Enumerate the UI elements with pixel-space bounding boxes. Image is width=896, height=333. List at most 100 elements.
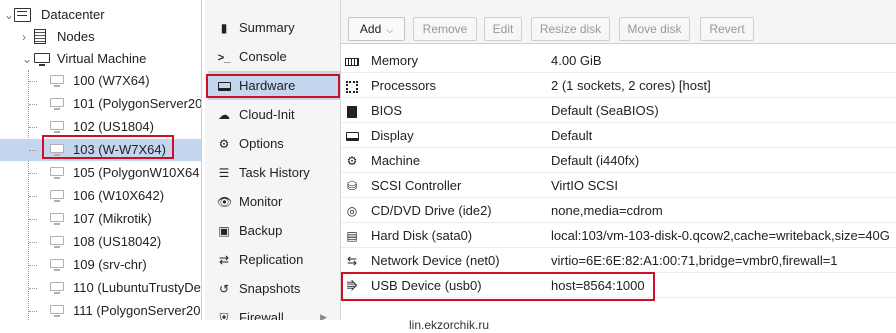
resize-disk-button[interactable]: Resize disk bbox=[531, 17, 610, 41]
nav-item-cloud-init[interactable]: ☁ Cloud-Init bbox=[208, 100, 341, 129]
tree-connector bbox=[29, 311, 37, 312]
cloud-icon: ☁ bbox=[218, 108, 230, 122]
hardware-row[interactable]: ⇆ Network Device (net0) virtio=6E:6E:82:A1… bbox=[341, 248, 896, 273]
nav-item-monitor[interactable]: 👁 Monitor bbox=[208, 187, 341, 216]
vm-label: 109 (srv-chr) bbox=[73, 257, 147, 272]
tree-item-vm[interactable]: 111 (PolygonServer20 bbox=[0, 300, 201, 320]
tree-connector bbox=[29, 288, 37, 289]
tree-item-vm[interactable]: 108 (US18042) bbox=[0, 231, 201, 253]
datacenter-label: Datacenter bbox=[41, 7, 105, 22]
hardware-value: 4.00 GiB bbox=[551, 53, 602, 68]
chevron-down-icon: ⌵ bbox=[386, 25, 394, 35]
hardware-value: local:103/vm-103-disk-0.qcow2,cache=writ… bbox=[551, 228, 890, 243]
nav-item-label: Task History bbox=[239, 165, 310, 180]
vm-icon bbox=[50, 121, 64, 133]
vm-label: 105 (PolygonW10X64 bbox=[73, 165, 200, 180]
chevron-right-icon[interactable]: › bbox=[22, 26, 26, 48]
hardware-name: CD/DVD Drive (ide2) bbox=[371, 203, 492, 218]
nav-item-replication[interactable]: ⇄ Replication bbox=[208, 245, 341, 274]
vm-icon bbox=[50, 213, 64, 225]
hardware-value: VirtIO SCSI bbox=[551, 178, 618, 193]
nav-item-label: Summary bbox=[239, 20, 295, 35]
vm-label: 107 (Mikrotik) bbox=[73, 211, 152, 226]
vm-icon bbox=[50, 305, 64, 317]
tree-item-vm[interactable]: 102 (US1804) bbox=[0, 116, 201, 138]
chevron-down-icon[interactable]: ⌄ bbox=[22, 48, 32, 70]
watermark: lin.ekzorchik.ru bbox=[409, 318, 490, 332]
nav-item-label: Replication bbox=[239, 252, 304, 267]
nav-item-label: Cloud-Init bbox=[239, 107, 295, 122]
terminal-icon: >_ bbox=[217, 52, 231, 64]
hardware-name: Machine bbox=[371, 153, 421, 168]
tree-item-virtual-machine[interactable]: ⌄ Virtual Machine bbox=[0, 48, 201, 70]
tree-connector bbox=[29, 196, 37, 197]
vm-icon bbox=[50, 190, 64, 202]
exchange-icon: ⇆ bbox=[346, 254, 358, 268]
nav-item-task-history[interactable]: ☰ Task History bbox=[208, 158, 341, 187]
hardware-row[interactable]: ◎ CD/DVD Drive (ide2) none,media=cdrom bbox=[341, 198, 896, 223]
hardware-row[interactable]: ⭆ USB Device (usb0) host=8564:1000 bbox=[341, 273, 896, 298]
building-icon bbox=[34, 29, 46, 44]
tree-item-nodes[interactable]: › Nodes bbox=[0, 26, 201, 48]
nav-item-label: Hardware bbox=[239, 78, 296, 93]
edit-button[interactable]: Edit bbox=[484, 17, 522, 41]
nav-item-label: Snapshots bbox=[239, 281, 301, 296]
tree-item-vm[interactable]: 107 (Mikrotik) bbox=[0, 208, 201, 230]
usb-icon: ⭆ bbox=[346, 279, 358, 293]
hardware-name: BIOS bbox=[371, 103, 403, 118]
tree-connector bbox=[29, 265, 37, 266]
nav-item-summary[interactable]: ▮ Summary bbox=[208, 13, 341, 42]
hardware-row[interactable]: Memory 4.00 GiB bbox=[341, 48, 896, 73]
tree-item-vm[interactable]: 106 (W10X642) bbox=[0, 185, 201, 207]
tree-item-vm[interactable]: 101 (PolygonServer20 bbox=[0, 93, 201, 115]
hardware-row[interactable]: BIOS Default (SeaBIOS) bbox=[341, 98, 896, 123]
nav-item-backup[interactable]: ▣ Backup bbox=[208, 216, 341, 245]
tree-item-vm[interactable]: 105 (PolygonW10X64 bbox=[0, 162, 201, 184]
vm-icon bbox=[50, 144, 64, 156]
nav-item-options[interactable]: ⚙ Options bbox=[208, 129, 341, 158]
tree-item-vm[interactable]: 109 (srv-chr) bbox=[0, 254, 201, 276]
hardware-name: SCSI Controller bbox=[371, 178, 462, 193]
nav-item-snapshots[interactable]: ↺ Snapshots bbox=[208, 274, 341, 303]
nodes-label: Nodes bbox=[57, 29, 95, 44]
remove-button[interactable]: Remove bbox=[413, 17, 477, 41]
desktop-icon bbox=[344, 128, 360, 144]
move-disk-button[interactable]: Move disk bbox=[619, 17, 690, 41]
retweet-icon: ⇄ bbox=[218, 253, 230, 267]
hardware-value: host=8564:1000 bbox=[551, 278, 645, 293]
hardware-row[interactable]: Processors 2 (1 sockets, 2 cores) [host] bbox=[341, 73, 896, 98]
hardware-row[interactable]: Display Default bbox=[341, 123, 896, 148]
hardware-value: none,media=cdrom bbox=[551, 203, 663, 218]
floppy-icon: ▣ bbox=[218, 224, 230, 238]
hardware-row[interactable]: ▤ Hard Disk (sata0) local:103/vm-103-disk-… bbox=[341, 223, 896, 248]
tree-connector bbox=[29, 242, 37, 243]
virtual-machine-label: Virtual Machine bbox=[57, 51, 147, 66]
cogs-icon: ⚙ bbox=[346, 154, 358, 168]
tree-connector bbox=[29, 173, 37, 174]
chevron-down-icon[interactable]: ⌄ bbox=[4, 4, 14, 26]
tree-item-vm[interactable]: 110 (LubuntuTrustyDe bbox=[0, 277, 201, 299]
resource-tree: ⌄ Datacenter › Nodes ⌄ Virtual Machine 1… bbox=[0, 0, 202, 320]
vm-icon bbox=[50, 167, 64, 179]
server-icon bbox=[14, 8, 31, 22]
tree-item-vm[interactable]: 103 (W-W7X64) bbox=[0, 139, 201, 161]
tree-connector bbox=[29, 150, 37, 151]
vm-label: 108 (US18042) bbox=[73, 234, 162, 249]
nav-item-console[interactable]: >_ Console bbox=[208, 42, 341, 71]
vm-label: 100 (W7X64) bbox=[73, 73, 150, 88]
tree-connector bbox=[29, 104, 37, 105]
vm-icon bbox=[50, 98, 64, 110]
vm-icon bbox=[50, 259, 64, 271]
book-icon: ▮ bbox=[220, 21, 228, 35]
hardware-row[interactable]: ⛁ SCSI Controller VirtIO SCSI bbox=[341, 173, 896, 198]
hardware-row[interactable]: ⚙ Machine Default (i440fx) bbox=[341, 148, 896, 173]
revert-button[interactable]: Revert bbox=[700, 17, 754, 41]
vm-label: 102 (US1804) bbox=[73, 119, 154, 134]
tree-item-vm[interactable]: 100 (W7X64) bbox=[0, 70, 201, 92]
hardware-name: USB Device (usb0) bbox=[371, 278, 482, 293]
vm-nav-panel: ▮ Summary >_ Console Hardware ☁ Cloud-Init ⚙ Opt… bbox=[205, 0, 341, 325]
tree-item-datacenter[interactable]: ⌄ Datacenter bbox=[0, 4, 201, 26]
nav-item-hardware[interactable]: Hardware bbox=[208, 71, 341, 100]
add-button[interactable]: Add ⌵ bbox=[348, 17, 405, 41]
gear-icon: ⚙ bbox=[218, 137, 230, 151]
